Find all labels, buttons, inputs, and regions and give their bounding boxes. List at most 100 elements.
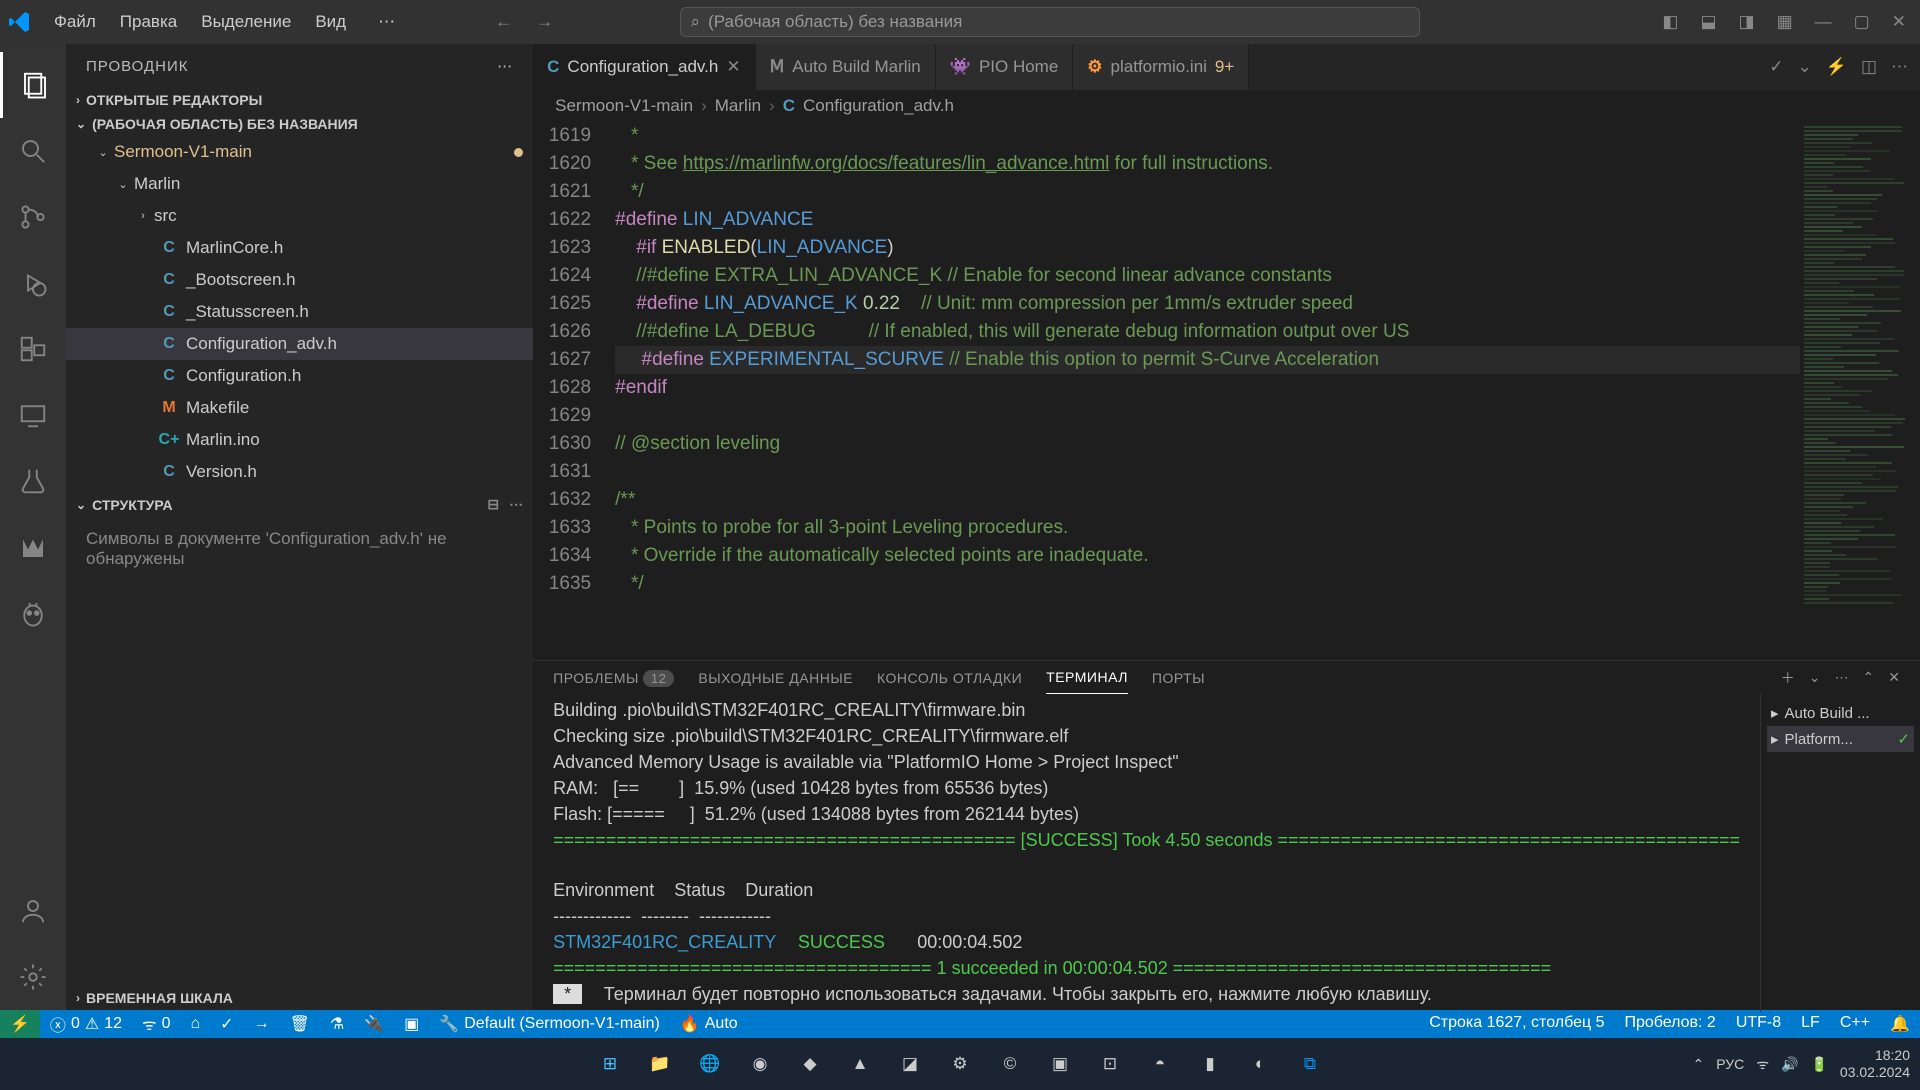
tab-split-icon[interactable]: ◫ bbox=[1861, 57, 1877, 77]
tab-problems[interactable]: ПРОБЛЕМЫ12 bbox=[553, 662, 674, 694]
activity-account-icon[interactable] bbox=[0, 878, 66, 944]
status-plug-icon[interactable]: 🔌 bbox=[354, 1010, 394, 1038]
code-editor[interactable]: 1619162016211622162316241625162616271628… bbox=[533, 122, 1920, 660]
section-open-editors[interactable]: › ОТКРЫТЫЕ РЕДАКТОРЫ bbox=[66, 88, 533, 112]
file-item[interactable]: C_Bootscreen.h bbox=[66, 264, 533, 296]
activity-pio-icon[interactable] bbox=[0, 580, 66, 646]
activity-extensions-icon[interactable] bbox=[0, 316, 66, 382]
file-item[interactable]: C+Marlin.ino bbox=[66, 424, 533, 456]
menu-view[interactable]: Вид bbox=[305, 8, 356, 36]
tab-check-icon[interactable]: ✓ bbox=[1769, 57, 1783, 77]
folder-root[interactable]: ⌄ Sermoon-V1-main bbox=[66, 136, 533, 168]
command-center[interactable]: ⌕ (Рабочая область) без названия bbox=[680, 7, 1420, 37]
terminal-new-icon[interactable]: ＋ bbox=[1781, 668, 1795, 688]
layout-bottom-icon[interactable]: ⬓ bbox=[1694, 8, 1722, 36]
window-minimize-icon[interactable]: — bbox=[1809, 8, 1838, 36]
taskbar-app-icon[interactable]: © bbox=[990, 1044, 1030, 1084]
taskbar-edge-icon[interactable]: 🌐 bbox=[690, 1044, 730, 1084]
window-close-icon[interactable]: ✕ bbox=[1886, 8, 1912, 36]
folder-marlin[interactable]: ⌄ Marlin bbox=[66, 168, 533, 200]
status-terminal-icon[interactable]: ▣ bbox=[394, 1010, 429, 1038]
file-item[interactable]: CMarlinCore.h bbox=[66, 232, 533, 264]
explorer-more-icon[interactable]: ⋯ bbox=[497, 57, 513, 75]
editor-tab[interactable]: ⅯAuto Build Marlin bbox=[756, 44, 936, 90]
panel-close-icon[interactable]: ✕ bbox=[1888, 669, 1900, 686]
status-remote-icon[interactable]: ⚡ bbox=[0, 1010, 40, 1038]
terminal-item[interactable]: ▸Platform...✓ bbox=[1767, 726, 1914, 752]
activity-marlin-icon[interactable] bbox=[0, 514, 66, 580]
editor-tab[interactable]: 👾PIO Home bbox=[936, 44, 1074, 90]
activity-settings-icon[interactable] bbox=[0, 944, 66, 1010]
status-spaces[interactable]: Пробелов: 2 bbox=[1614, 1014, 1725, 1032]
status-lang[interactable]: C++ bbox=[1830, 1014, 1880, 1032]
status-auto[interactable]: 🔥Auto bbox=[670, 1010, 748, 1038]
file-item[interactable]: CConfiguration.h bbox=[66, 360, 533, 392]
status-home-icon[interactable]: ⌂ bbox=[181, 1010, 211, 1038]
file-item[interactable]: CVersion.h bbox=[66, 456, 533, 488]
tab-chevron-icon[interactable]: ⌄ bbox=[1798, 57, 1812, 77]
taskbar-app-icon[interactable]: ⊡ bbox=[1090, 1044, 1130, 1084]
tray-clock[interactable]: 18:20 03.02.2024 bbox=[1840, 1047, 1910, 1081]
breadcrumb[interactable]: Sermoon-V1-main› Marlin› C Configuration… bbox=[533, 90, 1920, 122]
taskbar-app-icon[interactable]: ▣ bbox=[1040, 1044, 1080, 1084]
editor-tab[interactable]: ⚙platformio.ini9+ bbox=[1073, 44, 1249, 90]
section-workspace[interactable]: ⌄ (РАБОЧАЯ ОБЛАСТЬ) БЕЗ НАЗВАНИЯ bbox=[66, 112, 533, 136]
file-item[interactable]: MMakefile bbox=[66, 392, 533, 424]
panel-maximize-icon[interactable]: ⌃ bbox=[1863, 669, 1875, 686]
status-cmake[interactable]: 🔧Default (Sermoon-V1-main) bbox=[429, 1010, 670, 1038]
menu-edit[interactable]: Правка bbox=[110, 8, 187, 36]
status-flask-icon[interactable]: ⚗ bbox=[320, 1010, 354, 1038]
section-outline[interactable]: ⌄ СТРУКТУРА ⊟ ⋯ bbox=[66, 492, 533, 517]
menu-selection[interactable]: Выделение bbox=[191, 8, 301, 36]
nav-forward-icon[interactable]: → bbox=[528, 8, 561, 36]
taskbar-start-icon[interactable]: ⊞ bbox=[590, 1044, 630, 1084]
status-problems[interactable]: ⓧ0⚠12 bbox=[40, 1010, 132, 1038]
tray-lang[interactable]: РУС bbox=[1716, 1056, 1744, 1072]
tab-plug-icon[interactable]: ⚡ bbox=[1826, 57, 1847, 77]
activity-test-icon[interactable] bbox=[0, 448, 66, 514]
taskbar-settings-icon[interactable]: ⚙ bbox=[940, 1044, 980, 1084]
taskbar-vscode-icon[interactable]: ⧉ bbox=[1290, 1044, 1330, 1084]
layout-right-icon[interactable]: ◨ bbox=[1733, 8, 1761, 36]
editor-tab[interactable]: CConfiguration_adv.h✕ bbox=[533, 44, 755, 90]
nav-back-icon[interactable]: ← bbox=[487, 8, 520, 36]
outline-more-icon[interactable]: ⋯ bbox=[509, 496, 523, 513]
taskbar-chrome-icon[interactable]: ◉ bbox=[740, 1044, 780, 1084]
activity-explorer-icon[interactable] bbox=[0, 52, 66, 118]
minimap[interactable] bbox=[1800, 122, 1920, 660]
menu-file[interactable]: Файл bbox=[44, 8, 106, 36]
status-cursor[interactable]: Строка 1627, столбец 5 bbox=[1419, 1014, 1614, 1032]
status-ports[interactable]: ᯤ0 bbox=[132, 1010, 181, 1038]
taskbar-app-icon[interactable]: ▲ bbox=[840, 1044, 880, 1084]
status-check-icon[interactable]: ✓ bbox=[210, 1010, 243, 1038]
file-item[interactable]: CConfiguration_adv.h bbox=[66, 328, 533, 360]
status-arrow-icon[interactable]: → bbox=[244, 1010, 280, 1038]
tray-volume-icon[interactable]: 🔊 bbox=[1781, 1056, 1798, 1073]
close-icon[interactable]: ✕ bbox=[726, 57, 740, 77]
status-trash-icon[interactable]: 🗑 bbox=[280, 1010, 320, 1038]
outline-collapse-icon[interactable]: ⊟ bbox=[487, 496, 499, 513]
terminal-output[interactable]: Building .pio\build\STM32F401RC_CREALITY… bbox=[533, 694, 1760, 1012]
tab-ports[interactable]: ПОРТЫ bbox=[1152, 662, 1205, 694]
tab-debug-console[interactable]: КОНСОЛЬ ОТЛАДКИ bbox=[877, 662, 1022, 694]
menu-more-icon[interactable]: ⋯ bbox=[368, 8, 407, 36]
layout-customize-icon[interactable]: ▦ bbox=[1771, 8, 1799, 36]
tray-wifi-icon[interactable]: ᯤ bbox=[1756, 1055, 1769, 1074]
taskbar-explorer-icon[interactable]: 📁 bbox=[640, 1044, 680, 1084]
status-bell-icon[interactable]: 🔔 bbox=[1880, 1014, 1920, 1034]
activity-debug-icon[interactable] bbox=[0, 250, 66, 316]
terminal-dropdown-icon[interactable]: ⌄ bbox=[1809, 669, 1821, 686]
taskbar-app-icon[interactable]: ◪ bbox=[890, 1044, 930, 1084]
tab-more-icon[interactable]: ⋯ bbox=[1891, 57, 1908, 77]
taskbar-app-icon[interactable]: ▮ bbox=[1190, 1044, 1230, 1084]
tab-output[interactable]: ВЫХОДНЫЕ ДАННЫЕ bbox=[698, 662, 853, 694]
tab-terminal[interactable]: ТЕРМИНАЛ bbox=[1046, 661, 1128, 694]
activity-remote-icon[interactable] bbox=[0, 382, 66, 448]
section-timeline[interactable]: › ВРЕМЕННАЯ ШКАЛА bbox=[66, 986, 533, 1010]
folder-src[interactable]: › src bbox=[66, 200, 533, 232]
window-maximize-icon[interactable]: ▢ bbox=[1848, 8, 1876, 36]
layout-left-icon[interactable]: ◧ bbox=[1656, 8, 1684, 36]
tray-battery-icon[interactable]: 🔋 bbox=[1810, 1056, 1827, 1073]
code-content[interactable]: * * See https://marlinfw.org/docs/featur… bbox=[615, 122, 1800, 660]
file-item[interactable]: C_Statusscreen.h bbox=[66, 296, 533, 328]
